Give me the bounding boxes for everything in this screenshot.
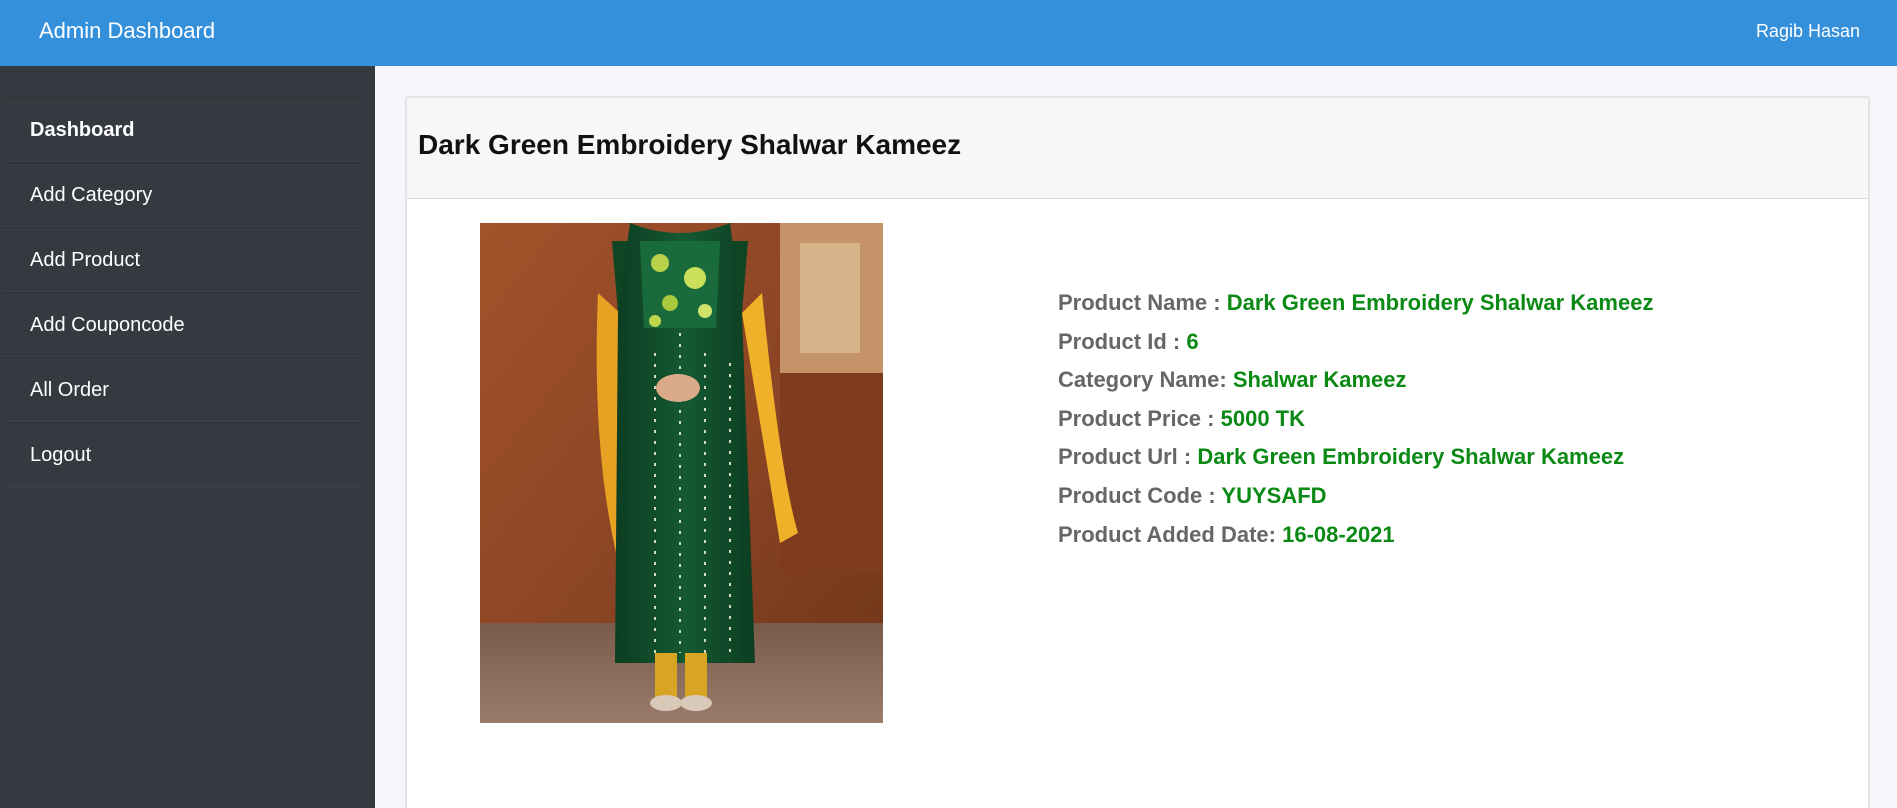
product-image — [480, 223, 883, 723]
field-label: Product Code : — [1058, 482, 1216, 508]
product-id-row: Product Id : 6 — [1058, 329, 1653, 368]
field-label: Category Name: — [1058, 367, 1227, 393]
field-value: YUYSAFD — [1221, 482, 1327, 508]
field-value: 6 — [1186, 328, 1199, 354]
sidebar-item-all-order[interactable]: All Order — [3, 357, 364, 422]
sidebar: Dashboard Add Category Add Product Add C… — [0, 66, 375, 808]
category-name-row: Category Name: Shalwar Kameez — [1058, 367, 1653, 406]
user-name[interactable]: Ragib Hasan — [1756, 21, 1860, 42]
product-code-row: Product Code : YUYSAFD — [1058, 483, 1653, 522]
top-navbar: Admin Dashboard Ragib Hasan — [0, 0, 1897, 66]
app-title[interactable]: Admin Dashboard — [39, 18, 215, 44]
product-details: Product Name : Dark Green Embroidery Sha… — [1058, 290, 1653, 560]
field-value: Shalwar Kameez — [1232, 367, 1407, 393]
field-label: Product Added Date: — [1058, 521, 1276, 547]
field-value: 16-08-2021 — [1282, 521, 1395, 547]
field-label: Product Url : — [1058, 444, 1192, 470]
product-detail-card: Dark Green Embroidery Shalwar Kameez Pro… — [405, 96, 1870, 808]
sidebar-menu: Dashboard Add Category Add Product Add C… — [3, 97, 364, 487]
field-label: Product Id : — [1058, 328, 1181, 354]
sidebar-item-dashboard[interactable]: Dashboard — [3, 97, 364, 162]
page-title: Dark Green Embroidery Shalwar Kameez — [418, 129, 962, 160]
field-value: Dark Green Embroidery Shalwar Kameez — [1197, 444, 1625, 470]
product-price-row: Product Price : 5000 TK — [1058, 406, 1653, 445]
field-label: Product Price : — [1058, 405, 1215, 431]
field-value: 5000 TK — [1220, 405, 1305, 431]
field-label: Product Name : — [1058, 290, 1221, 315]
product-url-row: Product Url : Dark Green Embroidery Shal… — [1058, 444, 1653, 483]
sidebar-item-logout[interactable]: Logout — [3, 422, 364, 487]
sidebar-item-add-couponcode[interactable]: Add Couponcode — [3, 292, 364, 357]
product-name-row: Product Name : Dark Green Embroidery Sha… — [1058, 290, 1653, 329]
product-added-date-row: Product Added Date: 16-08-2021 — [1058, 522, 1653, 561]
sidebar-item-add-category[interactable]: Add Category — [3, 162, 364, 227]
field-value: Dark Green Embroidery Shalwar Kameez — [1226, 290, 1654, 315]
card-header: Dark Green Embroidery Shalwar Kameez — [407, 98, 1868, 199]
sidebar-item-add-product[interactable]: Add Product — [3, 227, 364, 292]
